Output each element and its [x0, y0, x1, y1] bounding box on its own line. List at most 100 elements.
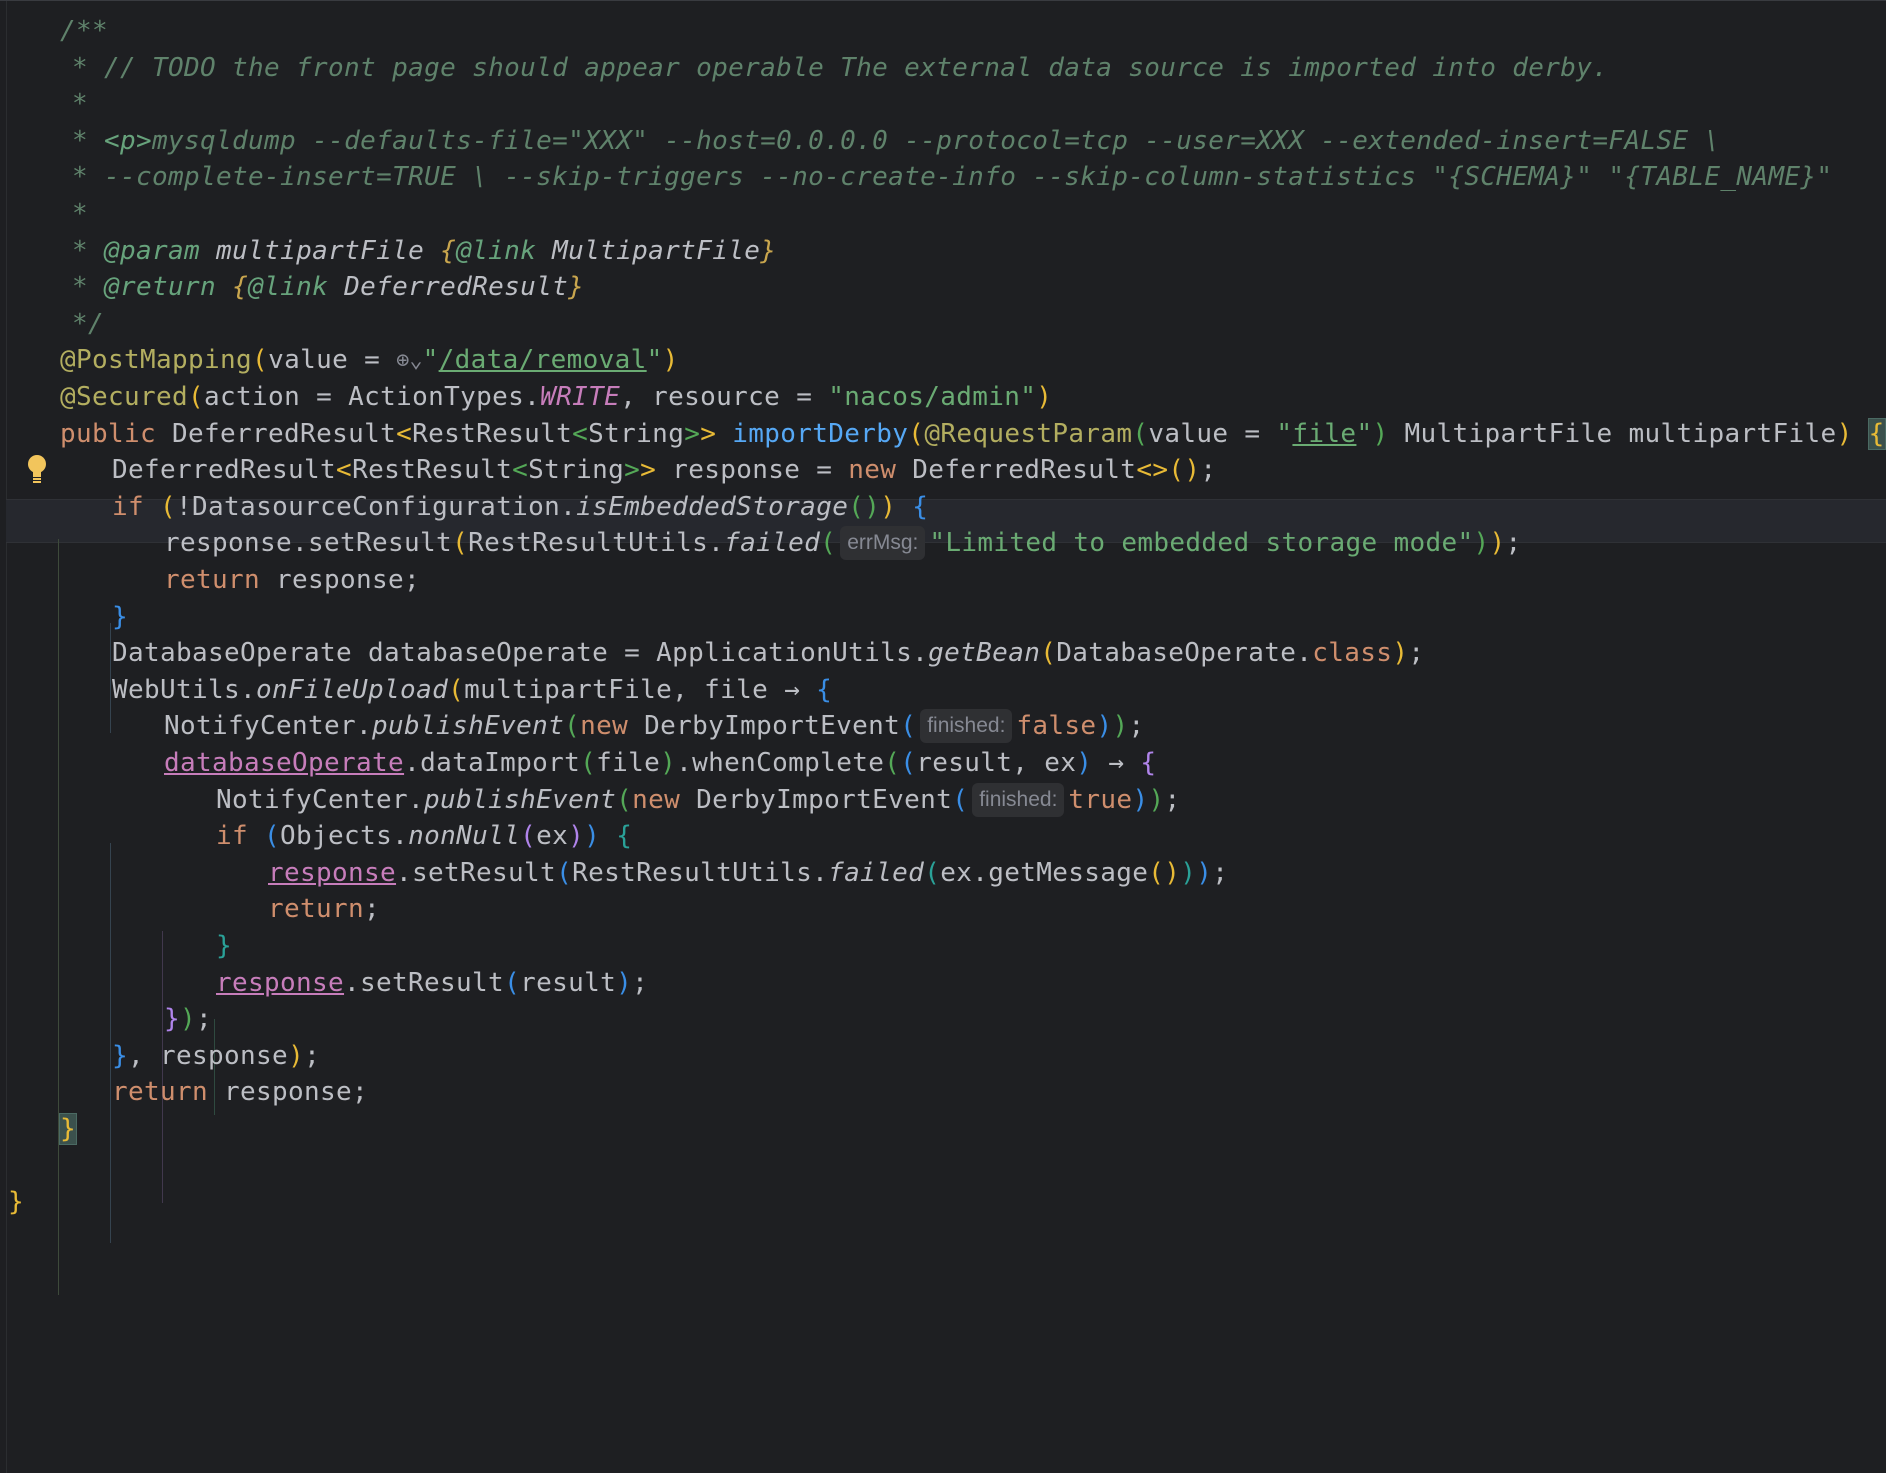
code-token: RestResult [352, 455, 512, 485]
code-token: .setResult [396, 858, 556, 888]
code-token: ; [196, 1004, 212, 1034]
code-token: "Limited to embedded storage mode" [929, 528, 1473, 558]
code-token: ; [1164, 785, 1180, 815]
code-token: ( [160, 492, 176, 522]
code-token: /data/removal [439, 345, 647, 375]
code-token: { [912, 492, 928, 522]
code-editor[interactable]: /*** // TODO the front page should appea… [0, 0, 1886, 1472]
code-token: @link [248, 272, 328, 302]
code-line[interactable]: } [8, 1180, 24, 1224]
code-token: ) [568, 821, 584, 851]
code-token: ( [520, 821, 536, 851]
code-token: * [72, 236, 104, 266]
code-token: ) [180, 1004, 196, 1034]
code-token: @param [104, 236, 200, 266]
code-token: new [848, 455, 896, 485]
code-token: < [572, 419, 588, 449]
code-token: { [1869, 419, 1885, 449]
code-line[interactable]: response.setResult(result); [216, 961, 648, 1005]
code-token: response; [260, 565, 420, 595]
code-token: * [72, 199, 88, 229]
code-token: > [684, 419, 700, 449]
code-line[interactable]: * @return {@link DeferredResult} [72, 265, 584, 309]
code-token: !DatasourceConfiguration. [176, 492, 576, 522]
code-token: nonNull [408, 821, 520, 851]
code-token: ) [584, 821, 600, 851]
code-token: ( [252, 345, 268, 375]
code-token: RestResult [412, 419, 572, 449]
code-token: ( [556, 858, 572, 888]
code-token: if [216, 821, 248, 851]
code-token: @RequestParam [924, 419, 1132, 449]
code-token: ) [288, 1041, 304, 1071]
code-line[interactable]: * // TODO the front page should appear o… [72, 46, 1608, 90]
code-token: @Secured [60, 382, 188, 412]
code-token: ( [616, 785, 632, 815]
code-token: ) [1096, 711, 1112, 741]
code-token: ex [536, 821, 568, 851]
code-token: > [640, 455, 656, 485]
code-token: ; [1212, 858, 1228, 888]
code-token: ) [1474, 528, 1490, 558]
code-token: @PostMapping [60, 345, 252, 375]
code-token: */ [72, 309, 104, 339]
code-token: { [440, 236, 456, 266]
code-token: * // TODO the front page should appear o… [72, 53, 1608, 83]
code-token: ( [452, 528, 468, 558]
code-token: DatabaseOperate. [1056, 638, 1312, 668]
code-token: ( [264, 821, 280, 851]
code-line[interactable]: } [60, 1107, 76, 1151]
indent-guide [110, 843, 111, 1243]
code-token: <p> [104, 126, 152, 156]
code-token: ( [448, 675, 464, 705]
code-token: DeferredResult [328, 272, 568, 302]
code-token: getBean [928, 638, 1040, 668]
code-token: WebUtils. [112, 675, 256, 705]
code-token: ) [1837, 419, 1853, 449]
code-line[interactable]: response.setResult(RestResultUtils.faile… [268, 851, 1228, 895]
code-line[interactable]: return; [268, 887, 380, 931]
code-token: WRITE [540, 382, 620, 412]
code-token: file [1292, 419, 1356, 449]
code-token: response; [208, 1077, 368, 1107]
code-token [144, 492, 160, 522]
code-token: > [624, 455, 640, 485]
code-line[interactable]: * --complete-insert=TRUE \ --skip-trigge… [72, 155, 1832, 199]
code-token: ; [632, 968, 648, 998]
code-token: return [268, 894, 364, 924]
code-token: return [164, 565, 260, 595]
code-token: ( [924, 858, 940, 888]
code-token: DeferredResult [896, 455, 1136, 485]
code-token: importDerby [732, 419, 908, 449]
code-token: * --complete-insert=TRUE \ --skip-trigge… [72, 162, 1832, 192]
code-token: ( [1132, 419, 1148, 449]
code-token: class [1312, 638, 1392, 668]
code-token: DatabaseOperate databaseOperate = Applic… [112, 638, 928, 668]
code-token: NotifyCenter. [216, 785, 424, 815]
code-token: .setResult [344, 968, 504, 998]
code-token: ex.getMessage [940, 858, 1148, 888]
code-token: ; [1200, 455, 1216, 485]
code-token: ) [1076, 748, 1092, 778]
code-token: publishEvent [372, 711, 564, 741]
code-token: ; [364, 894, 380, 924]
lightbulb-icon[interactable] [26, 453, 48, 487]
indent-guide [58, 539, 59, 1295]
code-token: ) [663, 345, 679, 375]
code-line[interactable]: return response; [164, 558, 420, 602]
code-line[interactable]: return response; [112, 1070, 368, 1114]
code-token: false [1016, 711, 1096, 741]
code-token: } [112, 1041, 128, 1071]
code-token: true [1068, 785, 1132, 815]
code-token: , resource = [620, 382, 828, 412]
code-token: ( [884, 748, 900, 778]
code-token: ( [820, 528, 836, 558]
parameter-hint: errMsg: [840, 526, 925, 560]
code-token: RestResultUtils. [572, 858, 828, 888]
code-token: String [588, 419, 684, 449]
code-token: } [164, 1004, 180, 1034]
code-token: ( [900, 711, 916, 741]
code-token: @link [456, 236, 536, 266]
code-token: < [336, 455, 352, 485]
code-token: " [647, 345, 663, 375]
